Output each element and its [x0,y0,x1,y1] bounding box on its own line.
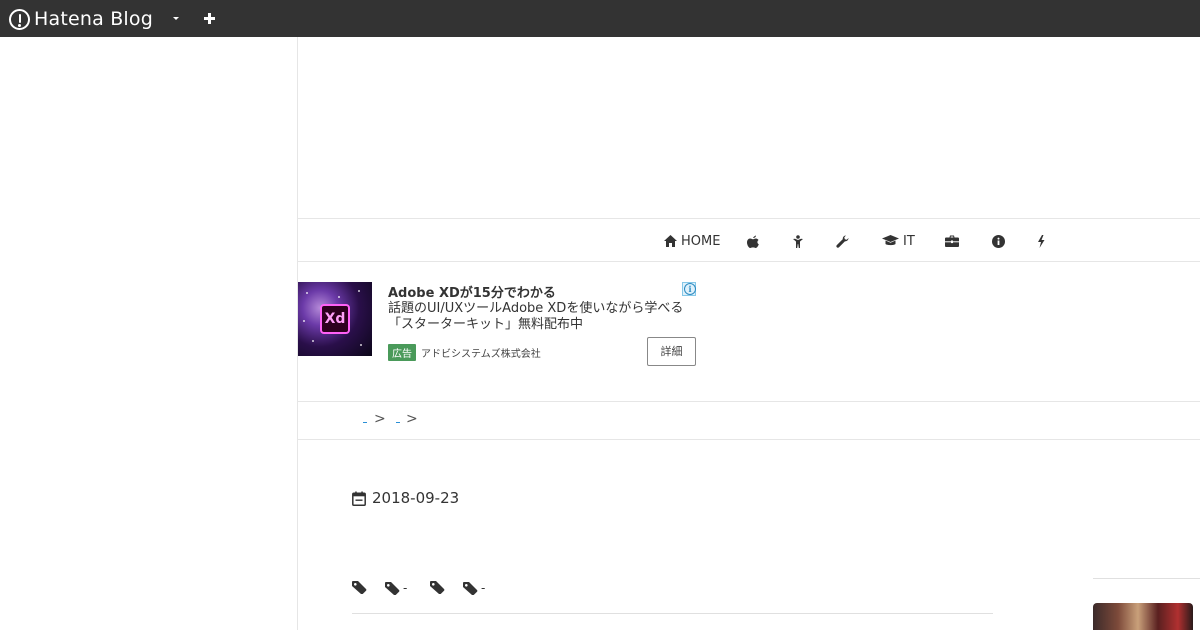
blog-header [298,37,1200,219]
ad-info-icon[interactable] [682,282,696,296]
left-sidebar [0,37,298,630]
tag-icon [385,581,400,595]
breadcrumb-link[interactable] [363,420,367,423]
wrench-icon [836,235,849,248]
tag-label: - [403,581,408,595]
ad-description: 話題のUI/UXツールAdobe XDを使いながら学べる 「スターターキット」無… [388,301,698,333]
entry-date-text: 2018-09-23 [372,489,460,507]
person-icon [793,234,803,248]
breadcrumb-separator: > [374,411,386,427]
nav-item-info[interactable] [992,232,1005,250]
tag-label: - [481,581,486,595]
nav-item-person[interactable] [792,232,804,250]
info-icon [992,234,1005,248]
ad-sponsor: 広告 アドビシステムズ株式会社 [388,344,541,361]
nav-item-apple[interactable] [747,232,759,250]
chevron-down-icon[interactable] [169,10,185,26]
ad-badge: 広告 [388,344,416,361]
ad-description-line: 話題のUI/UXツールAdobe XDを使いながら学べる [388,301,684,316]
entry-tag[interactable] [430,581,448,594]
sponsored-ad: Xd Adobe XDが15分でわかる 話題のUI/UXツールAdobe XDを… [298,282,718,382]
nav-item-home[interactable]: HOME [664,232,720,250]
global-header: Hatena Blog [0,0,1200,37]
apple-icon [747,235,759,248]
entry-tag[interactable]: - [463,581,485,595]
breadcrumb: > > [298,401,1200,440]
ad-title[interactable]: Adobe XDが15分でわかる [388,282,556,301]
category-nav: HOME IT [298,219,1200,262]
main-content: HOME IT Xd Adobe XDが15分でわかる 話題のUI/UXツールA… [298,37,1200,630]
nav-item-business[interactable] [945,232,959,250]
brand-name: Hatena Blog [34,8,153,30]
nav-item-flash[interactable] [1037,232,1045,250]
plus-icon[interactable] [201,9,219,27]
ad-detail-button[interactable]: 詳細 [647,337,696,366]
nav-item-tools[interactable] [836,232,849,250]
bolt-icon [1038,234,1045,248]
entry-tag[interactable]: - [385,581,407,595]
entry-tag[interactable] [352,581,370,594]
tag-icon [463,581,478,595]
entry-date[interactable]: 2018-09-23 [352,489,459,507]
sidebar-divider [1093,578,1200,579]
breadcrumb-separator: > [406,411,418,427]
ad-description-line: 「スターターキット」無料配布中 [388,317,584,332]
nav-item-label: IT [903,233,915,249]
ad-image[interactable]: Xd [298,282,372,356]
briefcase-icon [945,235,959,247]
home-icon [664,235,677,247]
sidebar-thumbnail[interactable] [1093,603,1193,630]
tag-icon [352,581,367,594]
nav-item-it[interactable]: IT [882,232,915,250]
calendar-icon [352,491,366,506]
graduation-cap-icon [882,235,899,246]
hatena-logo-icon [9,8,30,30]
nav-item-label: HOME [681,233,721,249]
tag-icon [430,581,445,594]
entry-divider [352,613,993,614]
adobe-xd-logo: Xd [320,304,350,334]
hatena-blog-logo[interactable]: Hatena Blog [9,7,153,31]
ad-advertiser: アドビシステムズ株式会社 [421,349,541,360]
breadcrumb-link[interactable] [396,420,400,423]
